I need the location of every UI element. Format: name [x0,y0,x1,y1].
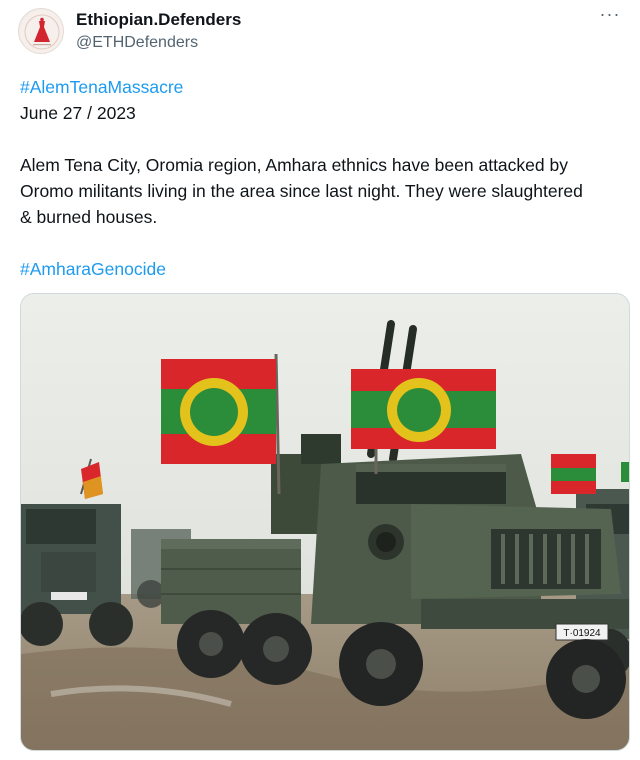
tweet-card[interactable]: Ethiopian.Defenders @ETHDefenders ··· #A… [0,0,640,760]
military-trucks-photo: T·01924 [21,294,629,750]
author-display-name[interactable]: Ethiopian.Defenders [76,10,241,30]
paragraph-line: & burned houses. [20,207,158,227]
author-names: Ethiopian.Defenders @ETHDefenders [76,10,241,53]
red-dress-logo-icon [20,10,63,53]
tweet-photo[interactable]: T·01924 [20,293,630,751]
tweet-text: #AlemTenaMassacre June 27 / 2023 Alem Te… [20,74,624,282]
license-plate: T·01924 [563,628,601,639]
tweet-header: Ethiopian.Defenders @ETHDefenders ··· [18,5,622,56]
more-horizontal-icon[interactable]: ··· [598,5,622,32]
author-handle[interactable]: @ETHDefenders [76,33,241,53]
paragraph-line: Alem Tena City, Oromia region, Amhara et… [20,155,568,175]
hashtag-link[interactable]: #AlemTenaMassacre [20,74,624,100]
avatar[interactable] [18,8,64,54]
date-line: June 27 / 2023 [20,103,136,123]
hashtag-link[interactable]: #AmharaGenocide [20,256,624,282]
paragraph-line: Oromo militants living in the area since… [20,181,583,201]
